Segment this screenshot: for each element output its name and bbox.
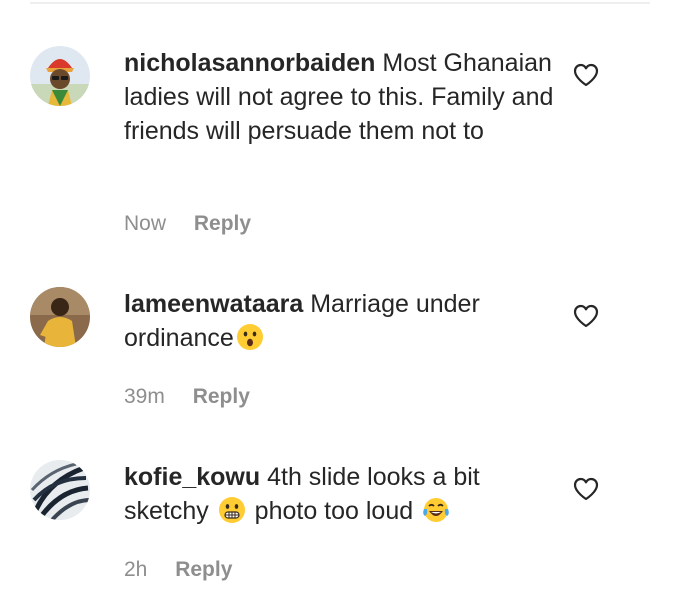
comment-username[interactable]: lameenwataara <box>124 290 303 318</box>
comment-meta: 39m Reply <box>124 385 250 409</box>
comment-meta: Now Reply <box>124 212 251 236</box>
comment-item: lameenwataara Marriage under ordinance 3… <box>30 287 645 417</box>
heart-outline-icon[interactable] <box>573 304 599 328</box>
comment-text: kofie_kowu 4th slide looks a bit sketchy… <box>124 460 554 528</box>
comment-body-continued: photo too loud <box>254 497 414 525</box>
avatar[interactable] <box>30 287 90 347</box>
reply-button[interactable]: Reply <box>175 558 232 581</box>
avatar[interactable] <box>30 460 90 520</box>
comment-username[interactable]: nicholasannorbaiden <box>124 49 375 77</box>
heart-outline-icon[interactable] <box>573 63 599 87</box>
tears-of-joy-face-icon <box>422 496 450 524</box>
reply-button[interactable]: Reply <box>193 385 250 408</box>
grimacing-face-icon <box>218 496 246 524</box>
comment-meta: 2h Reply <box>124 558 232 582</box>
hushed-face-icon <box>236 323 264 351</box>
comment-item: nicholasannorbaiden Most Ghanaian ladies… <box>30 46 645 246</box>
top-divider <box>30 2 650 4</box>
comment-username[interactable]: kofie_kowu <box>124 463 260 491</box>
avatar[interactable] <box>30 46 90 106</box>
comment-timestamp: Now <box>124 212 167 235</box>
comment-item: kofie_kowu 4th slide looks a bit sketchy… <box>30 460 645 590</box>
comment-timestamp: 39m <box>124 385 165 408</box>
reply-button[interactable]: Reply <box>194 212 251 235</box>
comment-text: nicholasannorbaiden Most Ghanaian ladies… <box>124 46 554 148</box>
comment-timestamp: 2h <box>124 558 148 581</box>
heart-outline-icon[interactable] <box>573 477 599 501</box>
comment-text: lameenwataara Marriage under ordinance <box>124 287 554 355</box>
